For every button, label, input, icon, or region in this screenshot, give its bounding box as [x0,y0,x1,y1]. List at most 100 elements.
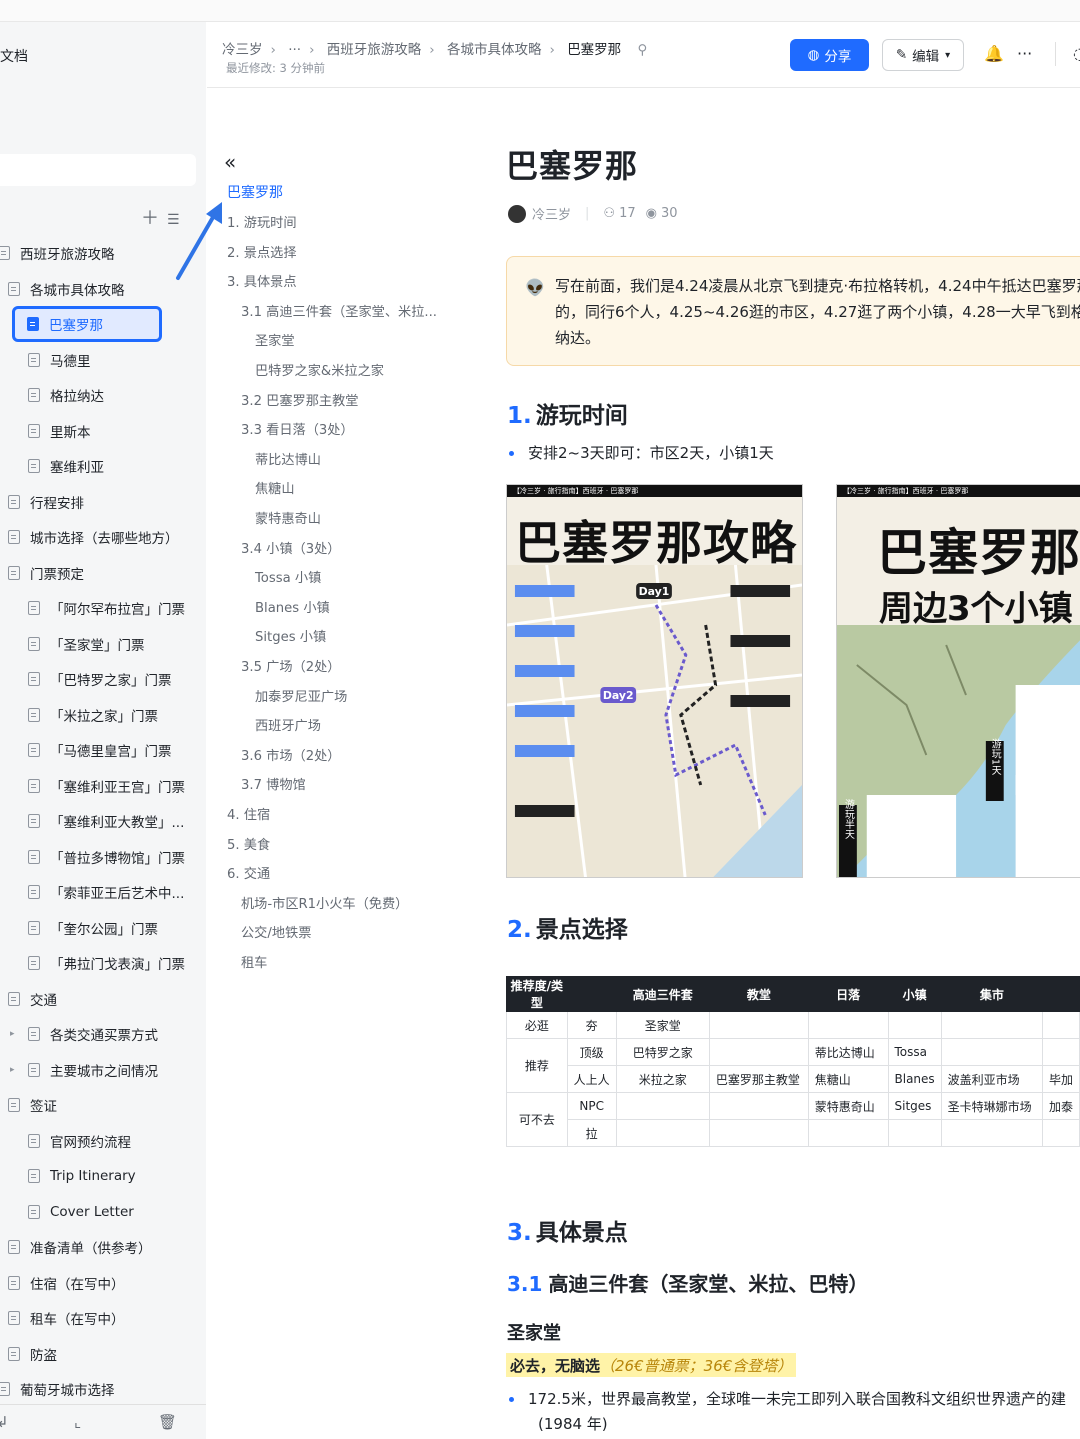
outline-item[interactable]: Sitges 小镇 [255,626,326,645]
outline-item[interactable]: Tossa 小镇 [255,567,321,586]
outline-item[interactable]: 3. 具体景点 [227,271,297,290]
expand-caret-icon[interactable]: ▸ [10,1065,15,1075]
outline-item[interactable]: 3.7 博物馆 [241,774,306,793]
outline-item[interactable]: 蒙特惠奇山 [255,508,321,527]
trash-icon[interactable]: 🗑 [158,1413,177,1431]
outline-item[interactable]: 3.6 市场（2处） [241,745,341,764]
edit-button[interactable]: ✎ 编辑 ▾ [882,39,964,71]
author[interactable]: 冷三岁 [532,204,571,223]
outline-item[interactable]: 3.1 高迪三件套（圣家堂、米拉... [241,301,437,320]
outline-title[interactable]: 巴塞罗那 [227,182,283,202]
table-cell: NPC [566,1092,617,1120]
profile-icon[interactable]: ◌ [1073,44,1080,63]
outline-item[interactable]: 1. 游玩时间 [227,212,297,231]
breadcrumb-item[interactable]: 西班牙旅游攻略 [327,42,422,58]
poster-image-barcelona-guide[interactable]: 【冷三岁 · 旅行指南】西班牙 · 巴塞罗那 巴塞罗那攻略 Day1 Day2 [506,484,803,878]
must-go-text: 必去，无脑选 [510,1357,601,1375]
outline-item[interactable]: 3.4 小镇（3处） [241,538,341,557]
sidebar-tree-item[interactable]: 签证 [8,1090,57,1120]
sidebar-tree-item[interactable]: 「圣家堂」门票 [28,629,145,659]
outline-item[interactable]: 3.2 巴塞罗那主教堂 [241,390,358,409]
sidebar-tree-item[interactable]: 「塞维利亚大教堂」... [28,806,184,836]
outline-item[interactable]: Blanes 小镇 [255,597,330,616]
outline-item[interactable]: 3.3 看日落（3处） [241,419,354,438]
outline-item[interactable]: 蒂比达博山 [255,449,321,468]
sidebar-tree-item[interactable]: 城市选择（去哪些地方） [8,522,179,552]
outline-item[interactable]: 加泰罗尼亚广场 [255,686,347,705]
poster-title: 巴塞罗那攻略 [515,516,797,570]
outline-item[interactable]: 6. 交通 [227,863,270,882]
sidebar-tree-item[interactable]: 「马德里皇宫」门票 [28,735,172,765]
sidebar-tree-item[interactable]: 准备清单（供参考） [8,1232,152,1262]
outline-item[interactable]: 机场-市区R1小火车（免费） [241,893,408,912]
alien-emoji-icon: 👽 [525,278,545,297]
poster-image-nearby-towns[interactable]: 【冷三岁 · 旅行指南】西班牙 · 巴塞罗那 巴塞罗那 周边3个小镇 游玩1天 … [836,484,1080,878]
outline-item[interactable]: 焦糖山 [255,478,295,497]
sidebar-tree-item[interactable]: 塞维利亚 [28,451,104,481]
sidebar-tree-item[interactable]: 巴塞罗那 [12,306,162,342]
sidebar-tree-item[interactable]: 葡萄牙城市选择 [0,1374,115,1404]
outline-item[interactable]: 5. 美食 [227,834,270,853]
outline-item[interactable]: 公交/地铁票 [241,922,311,941]
breadcrumb-item[interactable]: ··· [288,42,301,58]
sidebar-tree-item[interactable]: 「索菲亚王后艺术中... [28,877,184,907]
sidebar-search-input[interactable] [0,154,196,186]
outline-item[interactable]: 租车 [241,952,267,971]
sidebar-tree-item[interactable]: 里斯本 [28,416,91,446]
add-icon[interactable]: ＋ [141,208,159,229]
expand-caret-icon[interactable]: ▸ [10,1029,15,1039]
sidebar-tree-item[interactable]: 马德里 [28,345,91,375]
more-icon[interactable]: ··· [1017,44,1032,63]
outline-item[interactable]: 西班牙广场 [255,715,321,734]
sidebar-tree-item[interactable]: 格拉纳达 [28,380,104,410]
sidebar-tree-item[interactable]: ▸ 各类交通买票方式 [10,1019,158,1049]
outline-item[interactable]: 圣家堂 [255,330,295,349]
outline-item[interactable]: 3.5 广场（2处） [241,656,341,675]
sidebar-tree-item[interactable]: 租车（在写中） [8,1303,125,1333]
sidebar-tree-item[interactable]: 官网预约流程 [28,1126,131,1156]
sidebar-tree-item[interactable]: 交通 [8,984,57,1014]
sidebar-tree-item[interactable]: 「塞维利亚王宫」门票 [28,771,185,801]
back-icon[interactable]: ↲ [0,1413,9,1431]
outline-item[interactable]: 2. 景点选择 [227,242,297,261]
table-cell: 顶级 [566,1038,617,1066]
outline-item[interactable]: 4. 住宿 [227,804,270,823]
share-button[interactable]: ◍ 分享 [790,39,869,71]
sidebar-tree-item[interactable]: Trip Itinerary [28,1161,136,1191]
document-icon [28,352,40,367]
sidebar-tree-item[interactable]: 「奎尔公园」门票 [28,913,158,943]
breadcrumb-current[interactable]: 巴塞罗那 [567,42,621,58]
sidebar-tree-item[interactable]: 「弗拉门戈表演」门票 [28,948,185,978]
sidebar-tree-item[interactable]: 行程安排 [8,487,84,517]
sidebar-tree-item[interactable]: 防盗 [8,1339,57,1369]
pin-icon[interactable]: ⚲ [637,42,647,58]
coast-map-illustration: 游玩1天 游玩半天 [837,625,1080,877]
document-icon [28,814,40,828]
table-cell: Sitges [887,1092,942,1120]
outline-item[interactable]: 巴特罗之家&米拉之家 [255,360,384,379]
sidebar-tree-item[interactable]: 「米拉之家」门票 [28,700,158,730]
sidebar-tree-item[interactable]: Cover Letter [28,1197,134,1227]
breadcrumb-item[interactable]: 各城市具体攻略 [447,42,542,58]
sidebar-tree-item[interactable]: 门票预定 [8,558,84,588]
poster-bar: 【冷三岁 · 旅行指南】西班牙 · 巴塞罗那 [507,485,802,497]
sidebar-item-label: 「米拉之家」门票 [50,708,158,725]
section-heading-2: 2. 景点选择 [507,910,628,944]
bell-icon[interactable]: 🔔 [984,44,1004,63]
collapse-outline-icon[interactable]: « [224,150,236,174]
document-icon [0,1382,10,1396]
sidebar-tree-item[interactable]: 「巴特罗之家」门票 [28,664,172,694]
chart-icon[interactable]: ⌞ [74,1413,81,1431]
sidebar-item-label: 交通 [30,992,57,1009]
table-cell: 米拉之家 [615,1065,710,1093]
sidebar-tree-item[interactable]: 住宿（在写中） [8,1268,125,1298]
sidebar-tree-item[interactable]: 「阿尔罕布拉宫」门票 [28,593,185,623]
breadcrumb-item[interactable]: 冷三岁 [222,42,263,58]
sidebar-tree-item[interactable]: 「普拉多博物馆」门票 [28,842,185,872]
sidebar-tree-item[interactable]: 各城市具体攻略 [8,274,125,304]
edit-label: 编辑 [912,49,940,65]
sidebar-tree-item[interactable]: 西班牙旅游攻略 [0,238,115,268]
sidebar-tree-item[interactable]: ▸ 主要城市之间情况 [10,1055,158,1085]
avatar[interactable] [508,204,526,223]
list-item: 安排2~3天即可：市区2天，小镇1天 [509,442,774,463]
